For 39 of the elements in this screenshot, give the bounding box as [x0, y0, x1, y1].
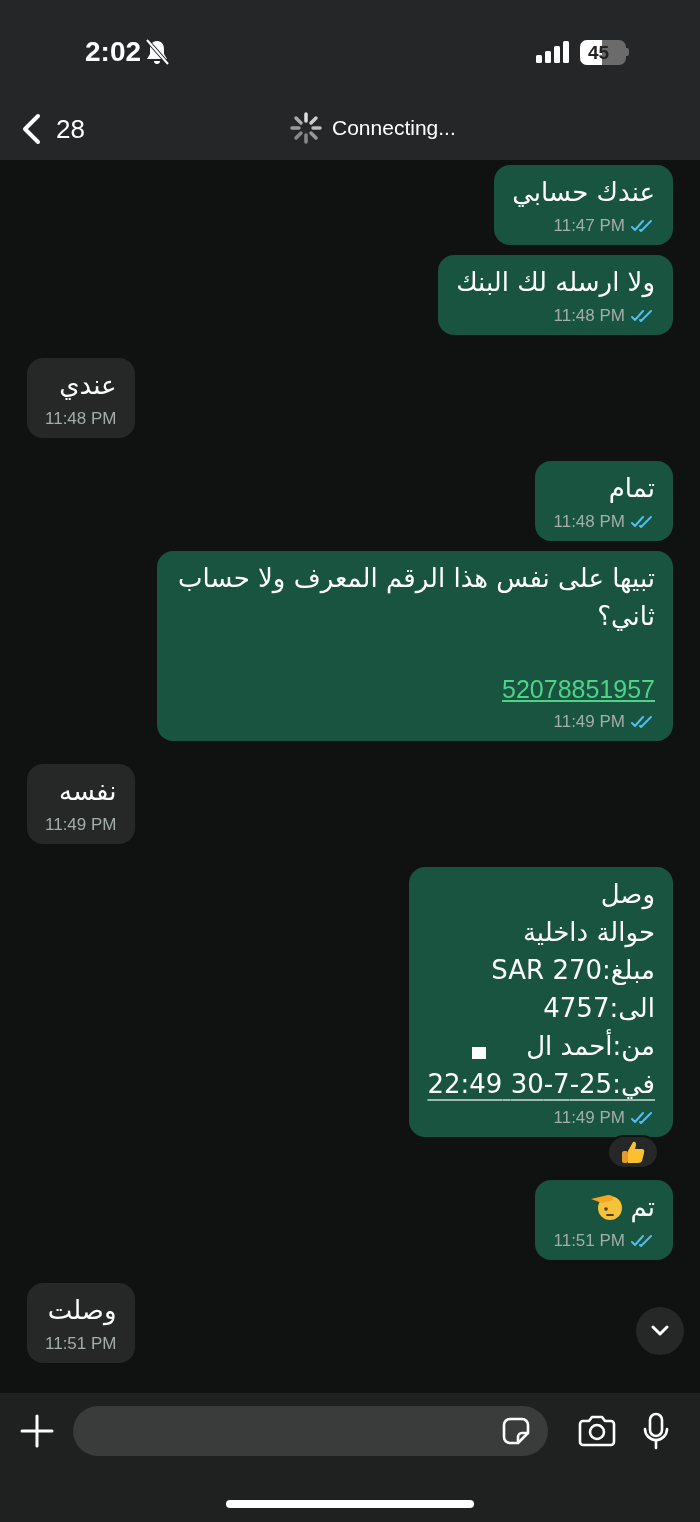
message-text: عندي	[59, 369, 117, 402]
microphone-icon[interactable]	[642, 1412, 670, 1450]
back-chevron-icon	[20, 113, 42, 145]
message-time: 11:49 PM	[553, 711, 625, 733]
message-text: ولا ارسله لك البنك	[456, 266, 655, 300]
message-text: نفسه	[59, 775, 117, 808]
message-text: وصل	[600, 878, 655, 912]
status-time: 2:02	[85, 35, 142, 69]
message-text: مبلغ:SAR 270	[491, 954, 655, 987]
account-number-link[interactable]: 52078851957	[502, 671, 655, 707]
thumbs-up-icon	[620, 1139, 646, 1165]
back-button[interactable]: 28	[20, 109, 85, 151]
redaction-mark-icon	[472, 1047, 487, 1059]
message-text: عندك حسابي	[512, 176, 655, 209]
sticker-icon[interactable]	[500, 1415, 532, 1447]
message-text: تم	[630, 1191, 655, 1225]
message-time: 11:48 PM	[45, 408, 117, 430]
loading-spinner-icon	[290, 112, 322, 144]
scroll-down-button[interactable]	[636, 1307, 684, 1355]
chevron-down-icon	[651, 1325, 669, 1337]
signal-icon	[536, 41, 570, 63]
plus-icon[interactable]	[20, 1414, 54, 1448]
message-input-field[interactable]	[73, 1406, 548, 1456]
message-time: 11:48 PM	[553, 511, 625, 533]
message-text: تبيها على نفس هذا الرقم المعرف ولا حساب ثاني؟	[177, 562, 655, 633]
message-text: تمام	[608, 472, 655, 505]
message-text: من:أحمد ال	[526, 1028, 655, 1064]
message-time: 11:49 PM	[45, 814, 117, 836]
message-text: حوالة داخلية	[522, 916, 655, 950]
camera-icon[interactable]	[577, 1415, 617, 1447]
message-time: 11:49 PM	[553, 1107, 625, 1129]
message-time: 11:51 PM	[553, 1230, 625, 1252]
message-text: الى:4757	[543, 992, 655, 1025]
date-link[interactable]: في:25-7-30 22:49	[427, 1065, 655, 1103]
message-time: 11:47 PM	[553, 215, 625, 237]
message-time: 11:51 PM	[45, 1333, 117, 1355]
message-text: وصلت	[47, 1294, 117, 1328]
connection-status: Connecting...	[332, 115, 456, 142]
message-time: 11:48 PM	[553, 305, 625, 327]
